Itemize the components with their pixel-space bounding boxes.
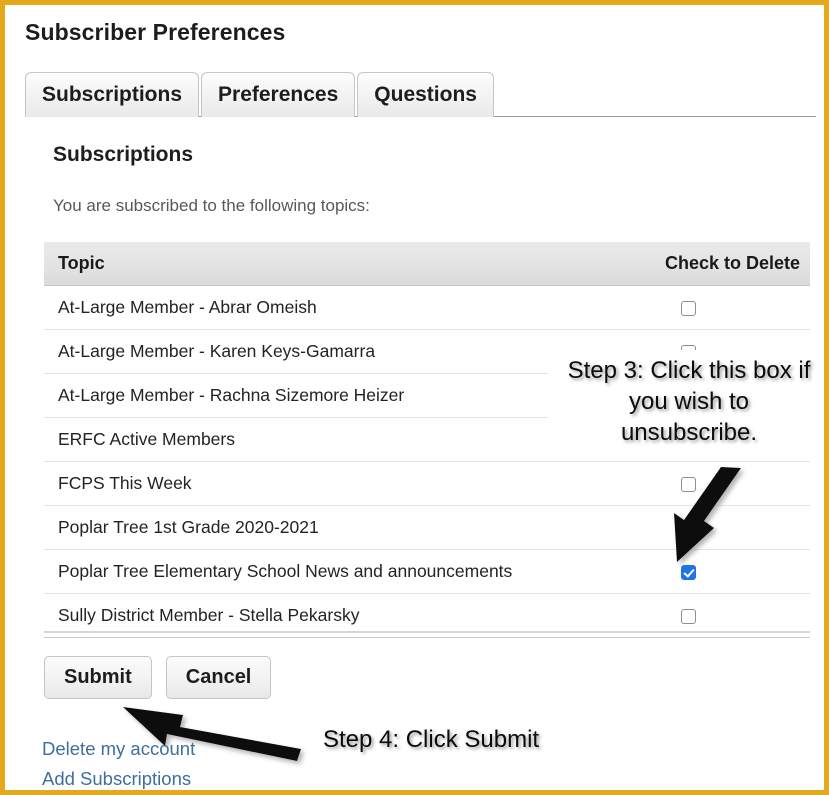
delete-checkbox[interactable] [680, 300, 696, 316]
form-actions: Submit Cancel [44, 656, 272, 699]
cancel-button[interactable]: Cancel [165, 656, 272, 699]
column-header-check-to-delete: Check to Delete [634, 242, 810, 286]
delete-checkbox[interactable] [680, 432, 696, 448]
table-row: At-Large Member - Rachna Sizemore Heizer [44, 373, 810, 418]
delete-my-account-link[interactable]: Delete my account [42, 734, 195, 764]
page-title: Subscriber Preferences [25, 19, 286, 45]
delete-checkbox[interactable] [680, 608, 696, 624]
delete-checkbox-cell [634, 329, 810, 374]
delete-checkbox-cell [634, 461, 810, 506]
table-body: At-Large Member - Abrar Omeish At-Large … [44, 285, 810, 638]
footer-links: Delete my account Add Subscriptions [42, 734, 195, 790]
subscriber-preferences-window: Subscriber Preferences Subscriptions Pre… [0, 0, 829, 795]
topic-cell: At-Large Member - Rachna Sizemore Heizer [44, 373, 634, 418]
table-row: FCPS This Week [44, 461, 810, 506]
tab-strip: Subscriptions Preferences Questions [25, 71, 819, 117]
submit-button[interactable]: Submit [44, 656, 152, 699]
topic-cell: ERFC Active Members [44, 417, 634, 462]
delete-checkbox[interactable] [680, 344, 696, 360]
tab-subscriptions-label: Subscriptions [42, 83, 183, 106]
tab-list: Subscriptions Preferences Questions [25, 72, 496, 117]
delete-checkbox-cell [634, 417, 810, 462]
delete-checkbox-cell [634, 285, 810, 330]
add-subscriptions-link[interactable]: Add Subscriptions [42, 764, 195, 790]
tab-preferences-label: Preferences [218, 83, 339, 106]
delete-checkbox[interactable] [680, 476, 696, 492]
table-header-row: Topic Check to Delete [44, 242, 810, 286]
form-separator [44, 631, 810, 633]
tab-questions-label: Questions [374, 83, 477, 106]
table-head: Topic Check to Delete [44, 242, 810, 286]
section-subheading: You are subscribed to the following topi… [53, 196, 370, 215]
topic-cell: At-Large Member - Abrar Omeish [44, 285, 634, 330]
topic-cell: At-Large Member - Karen Keys-Gamarra [44, 329, 634, 374]
table-row: Poplar Tree 1st Grade 2020-2021 [44, 505, 810, 550]
table-row: At-Large Member - Abrar Omeish [44, 285, 810, 330]
tab-subscriptions[interactable]: Subscriptions [25, 72, 200, 117]
topic-cell: Poplar Tree Elementary School News and a… [44, 549, 634, 594]
table-row: Poplar Tree Elementary School News and a… [44, 549, 810, 594]
table-row: At-Large Member - Karen Keys-Gamarra [44, 329, 810, 374]
section-heading: Subscriptions [53, 143, 194, 166]
delete-checkbox[interactable] [680, 520, 696, 536]
delete-checkbox-cell [634, 505, 810, 550]
delete-checkbox-checked[interactable] [680, 564, 696, 580]
subscriptions-panel: Subscriptions You are subscribed to the … [25, 123, 819, 790]
topic-cell: Poplar Tree 1st Grade 2020-2021 [44, 505, 634, 550]
topic-cell: FCPS This Week [44, 461, 634, 506]
delete-checkbox[interactable] [680, 388, 696, 404]
delete-checkbox-cell [634, 373, 810, 418]
tab-questions[interactable]: Questions [357, 72, 494, 117]
table-row: ERFC Active Members [44, 417, 810, 462]
subscriptions-table: Topic Check to Delete At-Large Member - … [44, 242, 810, 638]
column-header-topic: Topic [44, 242, 634, 286]
tab-preferences[interactable]: Preferences [201, 72, 356, 117]
delete-checkbox-cell [634, 549, 810, 594]
